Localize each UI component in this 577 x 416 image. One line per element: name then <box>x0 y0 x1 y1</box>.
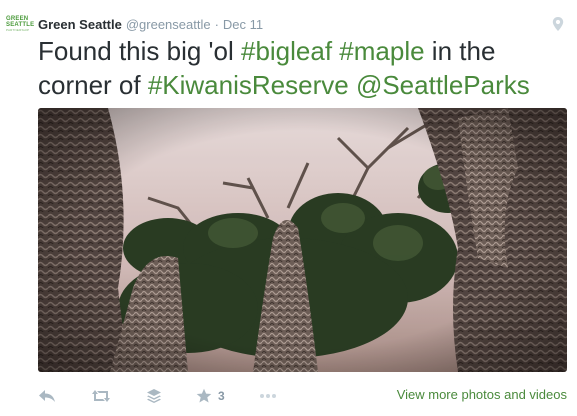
tweet-date[interactable]: Dec 11 <box>223 17 263 32</box>
tweet-header: GREEN SEATTLE PARTNERSHIP Green Seattle … <box>6 14 571 34</box>
reply-icon <box>39 390 55 402</box>
tweet-photo[interactable] <box>38 108 567 372</box>
author-handle[interactable]: @greenseattle <box>126 17 211 32</box>
mention-seattleparks[interactable]: @SeattleParks <box>356 70 530 100</box>
buffer-button[interactable] <box>146 388 162 404</box>
logo-tagline: PARTNERSHIP <box>6 28 30 32</box>
tweet-text: Found this big 'ol #bigleaf #maple in th… <box>38 34 558 102</box>
hashtag-bigleaf[interactable]: #bigleaf <box>241 36 332 66</box>
more-button[interactable] <box>259 393 277 399</box>
tree-canopy-photo <box>38 108 567 372</box>
author-name[interactable]: Green Seattle <box>38 17 122 32</box>
retweet-button[interactable] <box>90 389 112 403</box>
more-dots-icon <box>259 394 276 398</box>
location-pin-icon[interactable] <box>551 16 565 32</box>
view-more-photos-link[interactable]: View more photos and videos <box>397 387 567 402</box>
star-icon <box>196 388 212 403</box>
retweet-icon <box>92 390 110 402</box>
green-seattle-logo[interactable]: GREEN SEATTLE PARTNERSHIP <box>6 15 34 33</box>
tweet-actions: 3 View more photos and videos <box>38 386 567 406</box>
layers-icon <box>147 389 161 403</box>
tweet-text-part-1: Found this big 'ol <box>38 36 241 66</box>
favorite-button[interactable]: 3 <box>196 388 225 404</box>
favorite-count: 3 <box>218 389 225 403</box>
reply-button[interactable] <box>38 389 56 403</box>
header-separator: · <box>214 16 219 32</box>
tweet-text-space-2 <box>349 70 356 100</box>
hashtag-kiwanisreserve[interactable]: #KiwanisReserve <box>148 70 349 100</box>
hashtag-maple[interactable]: #maple <box>339 36 424 66</box>
